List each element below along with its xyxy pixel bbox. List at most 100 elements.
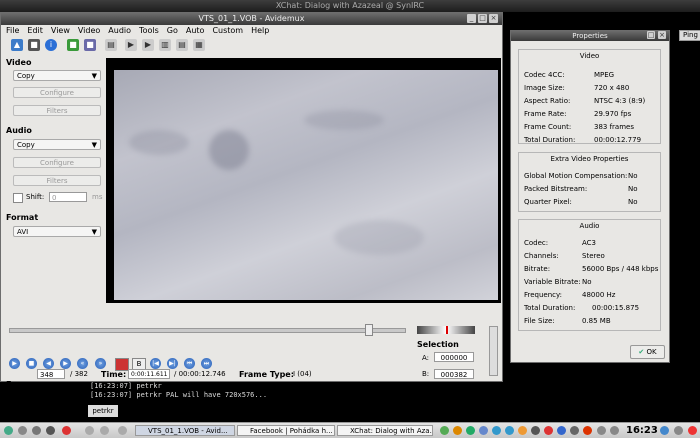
menu-auto[interactable]: Auto: [186, 26, 205, 35]
audio-codec-select[interactable]: Copy ▼: [13, 139, 101, 150]
next-frame-icon[interactable]: ▶: [60, 358, 71, 369]
tray-icon[interactable]: [466, 426, 475, 435]
audio-heading: Audio: [6, 126, 32, 135]
menu-file[interactable]: File: [6, 26, 19, 35]
tray-icon[interactable]: [440, 426, 449, 435]
property-row: Packed Bitstream: No: [524, 185, 638, 193]
volume-slider[interactable]: [489, 326, 498, 376]
time-input[interactable]: 0:00:11.611: [128, 369, 170, 379]
property-row: Image Size: 720 x 480: [524, 84, 630, 92]
prev-black-frame-icon[interactable]: |◀: [150, 358, 161, 369]
video-configure-button[interactable]: Configure: [13, 87, 101, 98]
network-icon[interactable]: [610, 426, 619, 435]
tray-icon[interactable]: [492, 426, 501, 435]
minimize-button[interactable]: _: [467, 14, 476, 23]
menu-video[interactable]: Video: [78, 26, 100, 35]
channel-tab-petrkr[interactable]: petrkr: [88, 405, 118, 417]
tray-icon[interactable]: [453, 426, 462, 435]
video-codec-select[interactable]: Copy ▼: [13, 70, 101, 81]
task-xchat[interactable]: XChat: Dialog with Aza...: [337, 425, 433, 436]
launcher-icon[interactable]: [18, 426, 27, 435]
video-filters-button[interactable]: Filters: [13, 105, 101, 116]
timeline-slider-handle[interactable]: [365, 324, 373, 336]
avidemux-window: VTS_01_1.VOB - Avidemux _ □ × File Edit Vi…: [0, 12, 503, 389]
app-menu-icon[interactable]: [4, 426, 13, 435]
selection-a-input[interactable]: 000000: [434, 352, 474, 362]
terminal-icon[interactable]: [46, 426, 55, 435]
save-video-icon[interactable]: ■: [67, 39, 79, 51]
close-button[interactable]: ×: [489, 14, 498, 23]
frame-total: / 382: [70, 370, 88, 378]
calculator-icon[interactable]: ▤: [105, 39, 117, 51]
ok-button[interactable]: ✔ OK: [630, 345, 665, 359]
tray-icon[interactable]: [660, 426, 669, 435]
minimize-button[interactable]: □: [647, 31, 655, 39]
menu-go[interactable]: Go: [167, 26, 178, 35]
save-icon[interactable]: ■: [28, 39, 40, 51]
property-row: Total Duration: 00:00:12.779: [524, 136, 642, 144]
output-preview-icon[interactable]: ▶: [142, 39, 154, 51]
tray-icon[interactable]: [505, 426, 514, 435]
stop-icon[interactable]: ■: [26, 358, 37, 369]
tray-icon[interactable]: [479, 426, 488, 435]
prev-keyframe-icon[interactable]: «: [77, 358, 88, 369]
goto-last-icon[interactable]: ⏭: [201, 358, 212, 369]
open-icon[interactable]: ▲: [11, 39, 23, 51]
prev-frame-icon[interactable]: ◀: [43, 358, 54, 369]
tray-icon[interactable]: [531, 426, 540, 435]
goto-first-icon[interactable]: ⏮: [184, 358, 195, 369]
audio-filters-button[interactable]: Filters: [13, 175, 101, 186]
close-button[interactable]: ×: [658, 31, 666, 39]
top-bottom-icon[interactable]: ▤: [176, 39, 188, 51]
audio-configure-button[interactable]: Configure: [13, 157, 101, 168]
task-avidemux[interactable]: VTS_01_1.VOB - Avid...: [135, 425, 235, 436]
menu-help[interactable]: Help: [251, 26, 269, 35]
next-black-frame-icon[interactable]: ▶|: [167, 358, 178, 369]
shift-input[interactable]: 0: [49, 192, 87, 202]
launcher-icon[interactable]: [100, 426, 109, 435]
power-icon[interactable]: [688, 426, 697, 435]
task-facebook[interactable]: Facebook | Pohádka h...: [237, 425, 335, 436]
tray-icon[interactable]: [570, 426, 579, 435]
maximize-button[interactable]: □: [478, 14, 487, 23]
menu-tools[interactable]: Tools: [139, 26, 159, 35]
input-preview-icon[interactable]: ▶: [125, 39, 137, 51]
selection-b-input[interactable]: 000382: [434, 369, 474, 379]
menu-audio[interactable]: Audio: [108, 26, 131, 35]
ping-button[interactable]: Ping: [679, 30, 700, 41]
volume-icon[interactable]: [597, 426, 606, 435]
info-icon[interactable]: i: [45, 39, 57, 51]
taskbar: VTS_01_1.VOB - Avid... Facebook | Pohádk…: [0, 422, 700, 438]
launcher-icon[interactable]: [85, 426, 94, 435]
property-row: Bitrate: 56000 Bps / 448 kbps: [524, 265, 659, 273]
audio-properties-heading: Audio: [579, 222, 600, 230]
next-keyframe-icon[interactable]: »: [95, 358, 106, 369]
files-icon[interactable]: [32, 426, 41, 435]
shift-checkbox[interactable]: [13, 193, 23, 203]
property-row: Frame Count: 383 frames: [524, 123, 634, 131]
menu-custom[interactable]: Custom: [212, 26, 243, 35]
tray-icon[interactable]: [518, 426, 527, 435]
menu-view[interactable]: View: [51, 26, 70, 35]
tray-icon[interactable]: [583, 426, 592, 435]
separate-icon[interactable]: ▦: [193, 39, 205, 51]
selection-b-label: B:: [422, 370, 430, 378]
browser-icon[interactable]: [62, 426, 71, 435]
format-select[interactable]: AVI ▼: [13, 226, 101, 237]
property-row: Quarter Pixel: No: [524, 198, 638, 206]
frame-input[interactable]: 348: [37, 369, 65, 379]
menu-edit[interactable]: Edit: [27, 26, 43, 35]
play-icon[interactable]: ▶: [9, 358, 20, 369]
property-row: Global Motion Compensation:No: [524, 172, 638, 180]
time-label: Time:: [101, 370, 127, 379]
tray-icon[interactable]: [674, 426, 683, 435]
tray-icon[interactable]: [557, 426, 566, 435]
save-audio-icon[interactable]: ■: [84, 39, 96, 51]
menu-bar: File Edit View Video Audio Tools Go Auto Custom H…: [1, 25, 502, 37]
video-heading: Video: [6, 58, 32, 67]
timeline-slider[interactable]: [9, 328, 406, 333]
launcher-icon[interactable]: [118, 426, 127, 435]
tray-icon[interactable]: [544, 426, 553, 435]
side-by-side-icon[interactable]: ▥: [159, 39, 171, 51]
extra-properties-heading: Extra Video Properties: [550, 155, 629, 163]
